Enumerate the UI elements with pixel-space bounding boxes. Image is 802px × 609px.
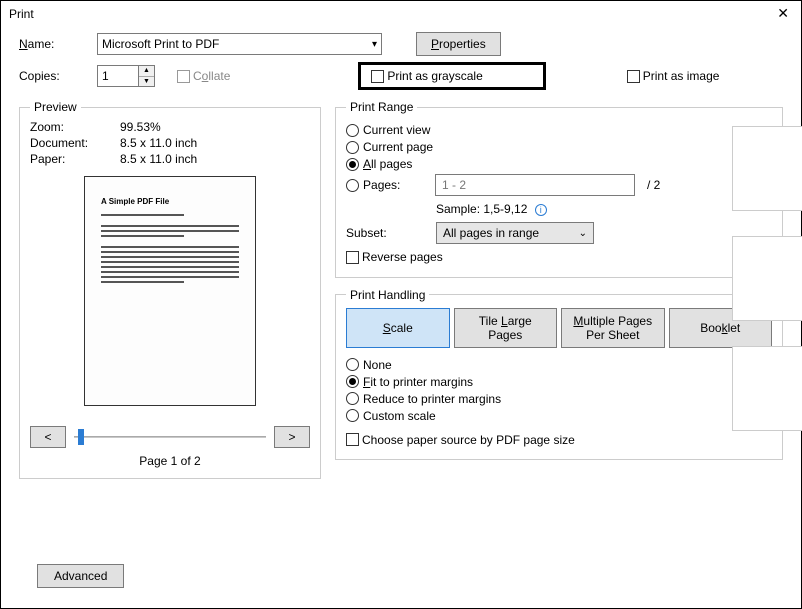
paper-label: Paper: [30, 152, 120, 166]
grayscale-highlight: Print as grayscale [358, 62, 545, 90]
copies-spinner[interactable]: ▲ ▼ [139, 65, 155, 87]
choose-paper-source-checkbox[interactable]: Choose paper source by PDF page size [346, 433, 575, 447]
advanced-button[interactable]: Advanced [37, 564, 124, 588]
window-title: Print [9, 7, 34, 21]
reverse-pages-checkbox[interactable]: Reverse pages [346, 250, 443, 264]
printer-name-value: Microsoft Print to PDF [102, 37, 219, 51]
copies-input[interactable]: 1 [97, 65, 139, 87]
next-page-button[interactable]: > [274, 426, 310, 448]
tab-tile-large-pages[interactable]: Tile LargePages [454, 308, 558, 348]
spinner-up-icon[interactable]: ▲ [139, 66, 154, 77]
pages-total: / 2 [647, 178, 660, 192]
page-slider[interactable] [74, 434, 266, 440]
document-value: 8.5 x 11.0 inch [120, 136, 197, 150]
side-slot-3 [732, 346, 802, 431]
subset-combo[interactable]: All pages in range ⌄ [436, 222, 594, 244]
printer-name-combo[interactable]: Microsoft Print to PDF ▾ [97, 33, 382, 55]
radio-current-view[interactable]: Current view [346, 123, 772, 137]
radio-custom-scale[interactable]: Custom scale [346, 409, 772, 423]
print-range-legend: Print Range [346, 100, 417, 114]
zoom-value: 99.53% [120, 120, 161, 134]
prev-page-button[interactable]: < [30, 426, 66, 448]
chevron-down-icon: ⌄ [579, 228, 587, 239]
paper-value: 8.5 x 11.0 inch [120, 152, 197, 166]
tab-multiple-per-sheet[interactable]: Multiple PagesPer Sheet [561, 308, 665, 348]
print-handling-group: Print Handling Scale Tile LargePages Mul… [335, 288, 783, 461]
document-label: Document: [30, 136, 120, 150]
checkbox-icon [371, 70, 384, 83]
titlebar: Print ✕ [1, 1, 801, 28]
print-grayscale-checkbox[interactable]: Print as grayscale [371, 69, 482, 83]
info-icon[interactable]: i [535, 204, 547, 216]
right-edge-panels [732, 126, 802, 431]
properties-button[interactable]: Properties [416, 32, 501, 56]
radio-fit-margins[interactable]: Fit to printer margins [346, 375, 772, 389]
print-as-image-checkbox[interactable]: Print as image [627, 69, 720, 83]
side-slot-1 [732, 126, 802, 211]
zoom-label: Zoom: [30, 120, 120, 134]
checkbox-icon [627, 70, 640, 83]
radio-scale-none[interactable]: None [346, 358, 772, 372]
collate-checkbox: Collate [177, 69, 230, 83]
page-preview: A Simple PDF File [84, 176, 256, 406]
radio-pages[interactable]: Pages: 1 - 2 / 2 [346, 174, 772, 196]
preview-group: Preview Zoom:99.53% Document:8.5 x 11.0 … [19, 100, 321, 479]
subset-label: Subset: [346, 226, 436, 240]
side-slot-2 [732, 236, 802, 321]
name-label: Name: [19, 37, 89, 51]
pages-input[interactable]: 1 - 2 [435, 174, 635, 196]
print-handling-legend: Print Handling [346, 288, 429, 302]
page-indicator: Page 1 of 2 [30, 454, 310, 468]
radio-current-page[interactable]: Current page [346, 140, 772, 154]
checkbox-icon [177, 70, 190, 83]
close-icon[interactable]: ✕ [773, 5, 793, 22]
tab-scale[interactable]: Scale [346, 308, 450, 348]
radio-reduce-margins[interactable]: Reduce to printer margins [346, 392, 772, 406]
print-range-group: Print Range Current view Current page Al… [335, 100, 783, 278]
print-dialog: Print ✕ Name: Microsoft Print to PDF ▾ P… [0, 0, 802, 609]
pages-sample-label: Sample: 1,5-9,12 [436, 202, 527, 216]
radio-all-pages[interactable]: All pages [346, 157, 772, 171]
preview-page-title: A Simple PDF File [101, 197, 239, 206]
copies-label: Copies: [19, 69, 89, 83]
preview-legend: Preview [30, 100, 81, 114]
spinner-down-icon[interactable]: ▼ [139, 77, 154, 87]
chevron-down-icon: ▾ [372, 39, 377, 50]
